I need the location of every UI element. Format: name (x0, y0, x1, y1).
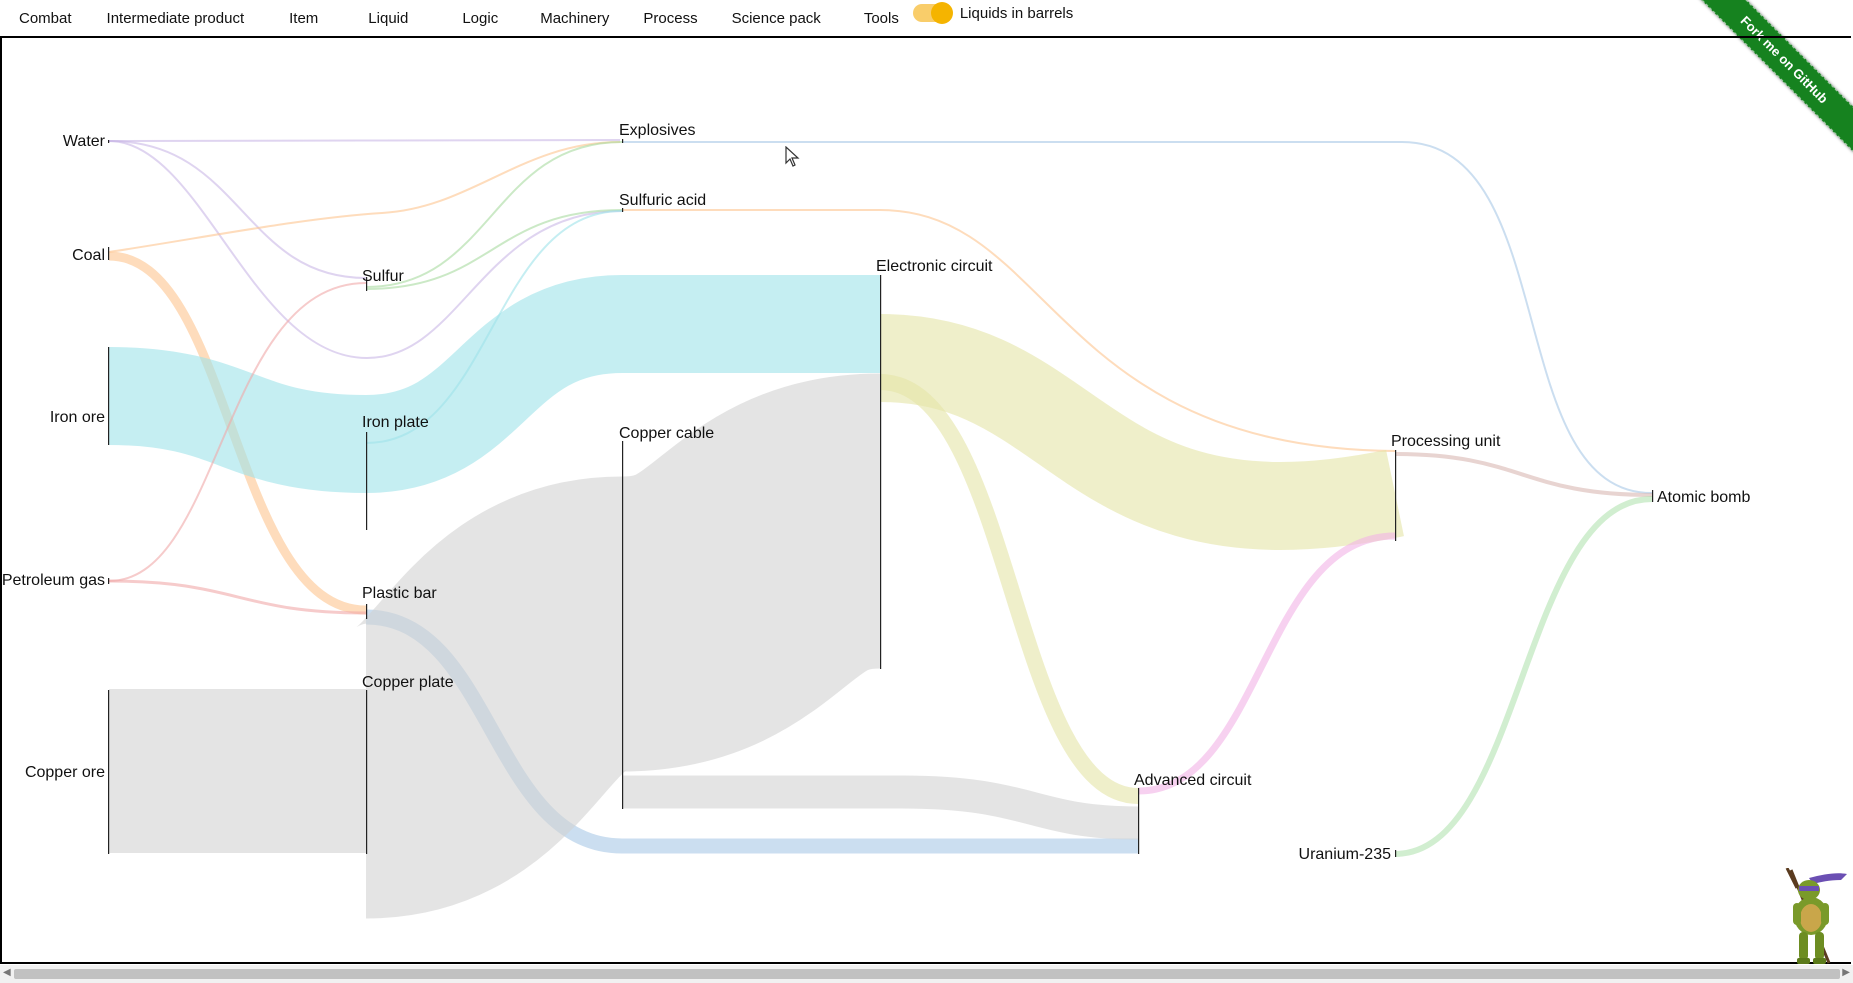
nav-liquid[interactable]: Liquid (368, 1, 408, 35)
node-bar-atomic-bomb[interactable] (1652, 490, 1654, 502)
toggle-knob[interactable] (930, 2, 953, 24)
node-bar-petroleum-gas[interactable] (108, 578, 110, 584)
sankey-canvas: Water Coal Iron ore Petroleum gas Copper… (0, 36, 1851, 964)
nav-combat[interactable]: Combat (19, 1, 72, 35)
link-water-explosives[interactable] (108, 139, 621, 142)
node-bar-coal[interactable] (108, 247, 110, 260)
node-label-advanced-circuit: Advanced circuit (1134, 772, 1252, 789)
category-nav: Combat Intermediate product Item Liquid … (0, 0, 1853, 36)
node-label-explosives: Explosives (619, 122, 695, 139)
liquids-in-barrels-toggle-group: Liquids in barrels (912, 2, 1074, 24)
scroll-right-arrow-icon[interactable]: ▶ (1842, 967, 1850, 978)
nav-tools[interactable]: Tools (864, 1, 899, 35)
node-bar-explosives[interactable] (622, 139, 624, 143)
node-bar-advanced-circuit[interactable] (1138, 788, 1140, 854)
link-water-sulfur[interactable] (108, 140, 367, 279)
nav-intermediate-product[interactable]: Intermediate product (107, 1, 245, 35)
node-label-petroleum-gas: Petroleum gas (2, 572, 105, 589)
node-bar-copper-cable[interactable] (622, 441, 624, 809)
nav-process[interactable]: Process (643, 1, 697, 35)
link-copper-cable-electronic-circuit[interactable] (616, 373, 887, 772)
node-label-uranium-235: Uranium-235 (1299, 846, 1392, 863)
nav-machinery[interactable]: Machinery (540, 1, 609, 35)
node-label-sulfuric-acid: Sulfuric acid (619, 192, 706, 209)
node-label-copper-plate: Copper plate (362, 674, 454, 691)
link-uranium-atomic-bomb[interactable] (1394, 496, 1653, 857)
node-bar-uranium-235[interactable] (1395, 850, 1397, 857)
nav-logic[interactable]: Logic (462, 1, 498, 35)
link-sulfur-sulfuric-acid[interactable] (365, 209, 623, 290)
mouse-cursor-icon (785, 146, 800, 167)
link-processing-unit-atomic-bomb[interactable] (1394, 452, 1653, 497)
node-label-coal: Coal (72, 247, 105, 264)
toggle-label: Liquids in barrels (959, 4, 1074, 22)
nav-science-pack[interactable]: Science pack (732, 1, 821, 35)
node-bar-iron-plate[interactable] (366, 432, 368, 530)
link-iron-ore-iron-plate[interactable] (108, 347, 367, 493)
link-copper-cable-advanced-circuit[interactable] (622, 775, 1139, 840)
scrollbar-thumb[interactable] (14, 969, 1840, 979)
node-label-iron-plate: Iron plate (362, 414, 429, 431)
node-bar-water[interactable] (108, 140, 110, 143)
node-label-electronic-circuit: Electronic circuit (876, 258, 993, 275)
node-bar-plastic-bar[interactable] (366, 604, 368, 619)
node-bar-processing-unit[interactable] (1395, 450, 1397, 541)
node-label-iron-ore: Iron ore (50, 409, 105, 426)
node-label-water: Water (63, 133, 106, 150)
link-copper-plate-copper-cable[interactable] (350, 476, 634, 919)
node-label-copper-cable: Copper cable (619, 425, 714, 442)
node-bar-copper-plate[interactable] (366, 690, 368, 854)
node-label-copper-ore: Copper ore (25, 764, 105, 781)
node-label-processing-unit: Processing unit (1391, 433, 1501, 450)
horizontal-scrollbar[interactable]: ◀ ▶ (0, 965, 1853, 983)
sankey-diagram: Water Coal Iron ore Petroleum gas Copper… (2, 122, 1750, 919)
turtle-mascot-icon (1785, 868, 1847, 964)
nav-item[interactable]: Item (289, 1, 318, 35)
node-label-sulfur: Sulfur (362, 268, 404, 285)
scroll-left-arrow-icon[interactable]: ◀ (3, 967, 11, 978)
node-label-plastic-bar: Plastic bar (362, 585, 437, 602)
link-coal-explosives[interactable] (108, 141, 621, 253)
link-advanced-circuit-processing-unit[interactable] (1137, 532, 1396, 795)
node-bar-electronic-circuit[interactable] (880, 275, 882, 669)
node-bar-copper-ore[interactable] (108, 690, 110, 854)
node-bar-iron-ore[interactable] (108, 347, 110, 445)
liquids-in-barrels-toggle[interactable] (912, 2, 953, 24)
node-label-atomic-bomb: Atomic bomb (1657, 489, 1750, 506)
